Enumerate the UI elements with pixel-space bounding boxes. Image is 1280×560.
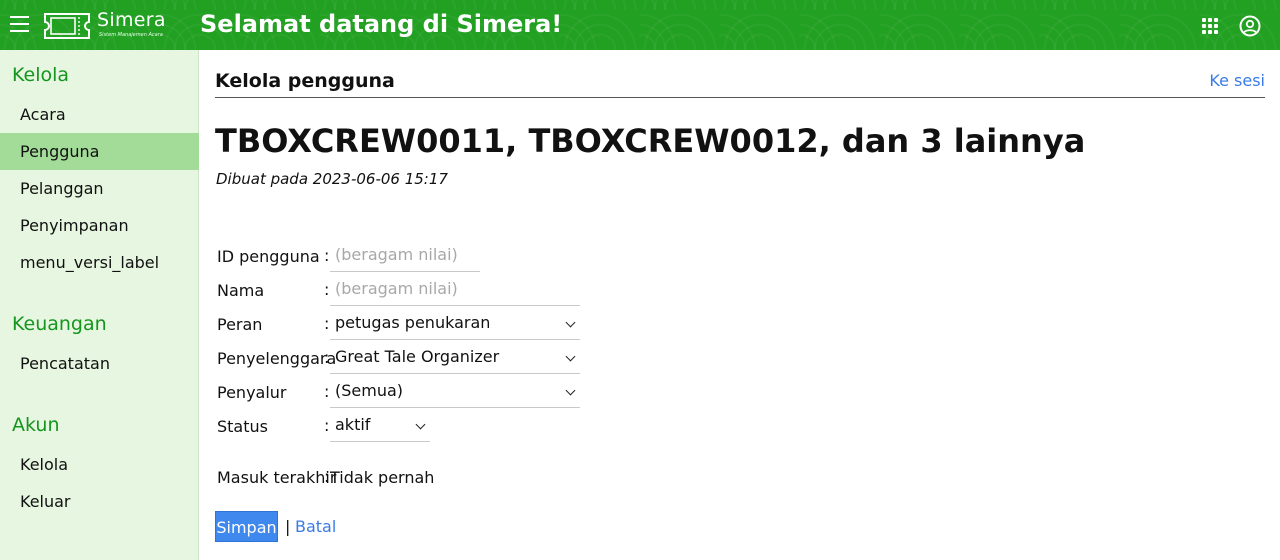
simera-logo[interactable]: Simera Sistem Manajemen Acara bbox=[43, 9, 173, 42]
sidebar-section-keuangan: Keuangan bbox=[12, 313, 107, 335]
chevron-down-icon bbox=[415, 419, 426, 430]
organizer-select[interactable]: Great Tale Organizer bbox=[330, 341, 580, 374]
sidebar: Kelola Acara Pengguna Pelanggan Penyimpa… bbox=[0, 50, 199, 560]
colon: : bbox=[324, 467, 330, 486]
last-login-label: Masuk terakhir bbox=[217, 468, 337, 487]
colon: : bbox=[324, 348, 330, 367]
organizer-value: Great Tale Organizer bbox=[335, 347, 500, 366]
account-circle-icon[interactable] bbox=[1239, 15, 1261, 37]
colon: : bbox=[324, 416, 330, 435]
sidebar-section-kelola: Kelola bbox=[12, 64, 70, 86]
role-label: Peran bbox=[217, 315, 263, 334]
chevron-down-icon bbox=[565, 317, 576, 328]
title-divider bbox=[215, 97, 1265, 98]
save-button[interactable]: Simpan bbox=[215, 511, 278, 542]
sidebar-section-akun: Akun bbox=[12, 414, 60, 436]
hamburger-icon[interactable] bbox=[10, 16, 30, 34]
user-id-label: ID pengguna bbox=[217, 247, 320, 266]
colon: : bbox=[324, 246, 330, 265]
sidebar-item-akun-kelola[interactable]: Kelola bbox=[0, 446, 199, 483]
role-row: Peran : petugas penukaran bbox=[217, 307, 817, 341]
role-select[interactable]: petugas penukaran bbox=[330, 307, 580, 340]
organizer-row: Penyelenggara : Great Tale Organizer bbox=[217, 341, 817, 375]
page-title: TBOXCREW0011, TBOXCREW0012, dan 3 lainny… bbox=[215, 122, 1086, 160]
action-separator: | bbox=[285, 517, 291, 536]
section-title: Kelola pengguna bbox=[215, 70, 395, 92]
distributor-select[interactable]: (Semua) bbox=[330, 375, 580, 408]
sidebar-item-keluar[interactable]: Keluar bbox=[0, 483, 199, 520]
chevron-down-icon bbox=[565, 385, 576, 396]
welcome-title: Selamat datang di Simera! bbox=[200, 10, 563, 38]
cancel-link[interactable]: Batal bbox=[295, 517, 336, 536]
colon: : bbox=[324, 314, 330, 333]
to-session-link[interactable]: Ke sesi bbox=[1209, 71, 1265, 90]
status-value: aktif bbox=[335, 415, 371, 434]
name-input[interactable]: (beragam nilai) bbox=[330, 273, 580, 306]
brand-tagline: Sistem Manajemen Acara bbox=[99, 32, 163, 38]
sidebar-item-penyimpanan[interactable]: Penyimpanan bbox=[0, 207, 199, 244]
distributor-value: (Semua) bbox=[335, 381, 404, 400]
chevron-down-icon bbox=[565, 351, 576, 362]
sidebar-item-pelanggan[interactable]: Pelanggan bbox=[0, 170, 199, 207]
last-login-value: Tidak pernah bbox=[330, 468, 435, 487]
role-value: petugas penukaran bbox=[335, 313, 491, 332]
ticket-logo-icon bbox=[44, 13, 90, 39]
colon: : bbox=[324, 280, 330, 299]
user-id-row: ID pengguna : (beragam nilai) bbox=[217, 239, 817, 273]
distributor-label: Penyalur bbox=[217, 383, 287, 402]
apps-grid-icon[interactable] bbox=[1202, 18, 1218, 34]
last-login-row: Masuk terakhir : Tidak pernah bbox=[217, 460, 817, 494]
sidebar-item-versi[interactable]: menu_versi_label bbox=[0, 244, 199, 281]
status-select[interactable]: aktif bbox=[330, 409, 430, 442]
organizer-label: Penyelenggara bbox=[217, 349, 337, 368]
sidebar-item-acara[interactable]: Acara bbox=[0, 96, 199, 133]
colon: : bbox=[324, 382, 330, 401]
sidebar-item-pencatatan[interactable]: Pencatatan bbox=[0, 345, 199, 382]
top-app-bar: Simera Sistem Manajemen Acara Selamat da… bbox=[0, 0, 1280, 50]
name-row: Nama : (beragam nilai) bbox=[217, 273, 817, 307]
user-id-input[interactable]: (beragam nilai) bbox=[330, 239, 480, 272]
name-label: Nama bbox=[217, 281, 265, 300]
main-content: Kelola pengguna Ke sesi TBOXCREW0011, TB… bbox=[215, 50, 1265, 560]
brand-name: Simera bbox=[97, 9, 166, 31]
status-label: Status bbox=[217, 417, 268, 436]
sidebar-item-pengguna[interactable]: Pengguna bbox=[0, 133, 199, 170]
distributor-row: Penyalur : (Semua) bbox=[217, 375, 817, 409]
created-timestamp: Dibuat pada 2023-06-06 15:17 bbox=[216, 170, 448, 188]
status-row: Status : aktif bbox=[217, 409, 817, 443]
